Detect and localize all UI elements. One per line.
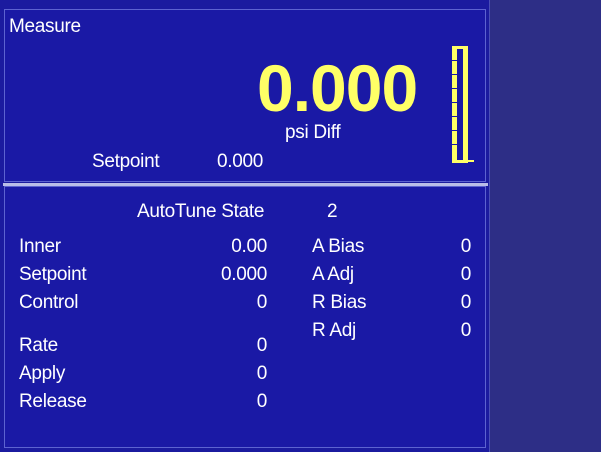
side-panel: [489, 0, 601, 452]
param-value-release: 0: [256, 391, 268, 412]
param-value-r-bias: 0: [460, 292, 472, 313]
autotune-label: AutoTune State: [137, 201, 265, 222]
param-value-setpoint: 0.000: [220, 264, 267, 285]
param-label-inner: Inner: [19, 236, 61, 257]
bargraph-tick: [452, 74, 457, 75]
param-label-setpoint: Setpoint: [19, 264, 87, 285]
bargraph-tick: [452, 130, 457, 131]
param-value-control: 0: [256, 292, 268, 313]
bargraph-foot: [467, 160, 474, 162]
instrument-screen: Measure 0.000 psi Diff Setpoint 0.000 Au…: [0, 0, 601, 452]
param-value-a-bias: 0: [460, 236, 472, 257]
param-label-r-bias: R Bias: [312, 292, 367, 313]
measure-units: psi Diff: [285, 122, 341, 143]
param-value-r-adj: 0: [460, 320, 472, 341]
bargraph-tick: [452, 102, 457, 103]
bargraph-tick: [452, 144, 457, 145]
autotune-value: 2: [327, 201, 338, 222]
status-panel[interactable]: AutoTune State 2 Inner 0.00 Setpoint 0.0…: [4, 186, 486, 448]
param-label-apply: Apply: [19, 363, 66, 384]
param-label-rate: Rate: [19, 335, 58, 356]
bargraph-tick: [452, 116, 457, 117]
pressure-bargraph: [452, 46, 468, 163]
param-label-a-adj: A Adj: [312, 264, 354, 285]
setpoint-label: Setpoint: [92, 151, 160, 172]
bargraph-tick: [452, 60, 457, 61]
param-label-a-bias: A Bias: [312, 236, 365, 257]
measure-value: 0.000: [257, 51, 418, 125]
bargraph-track: [457, 49, 463, 160]
param-label-control: Control: [19, 292, 79, 313]
param-value-inner: 0.00: [231, 236, 267, 257]
param-value-apply: 0: [256, 363, 268, 384]
main-panel: Measure 0.000 psi Diff Setpoint 0.000 Au…: [0, 0, 489, 452]
setpoint-value: 0.000: [217, 151, 264, 172]
param-value-rate: 0: [256, 335, 268, 356]
param-label-r-adj: R Adj: [312, 320, 356, 341]
param-value-a-adj: 0: [460, 264, 472, 285]
measure-panel[interactable]: Measure 0.000 psi Diff Setpoint 0.000: [4, 9, 486, 182]
measure-title: Measure: [9, 16, 81, 37]
bargraph-tick: [452, 88, 457, 89]
param-label-release: Release: [19, 391, 87, 412]
